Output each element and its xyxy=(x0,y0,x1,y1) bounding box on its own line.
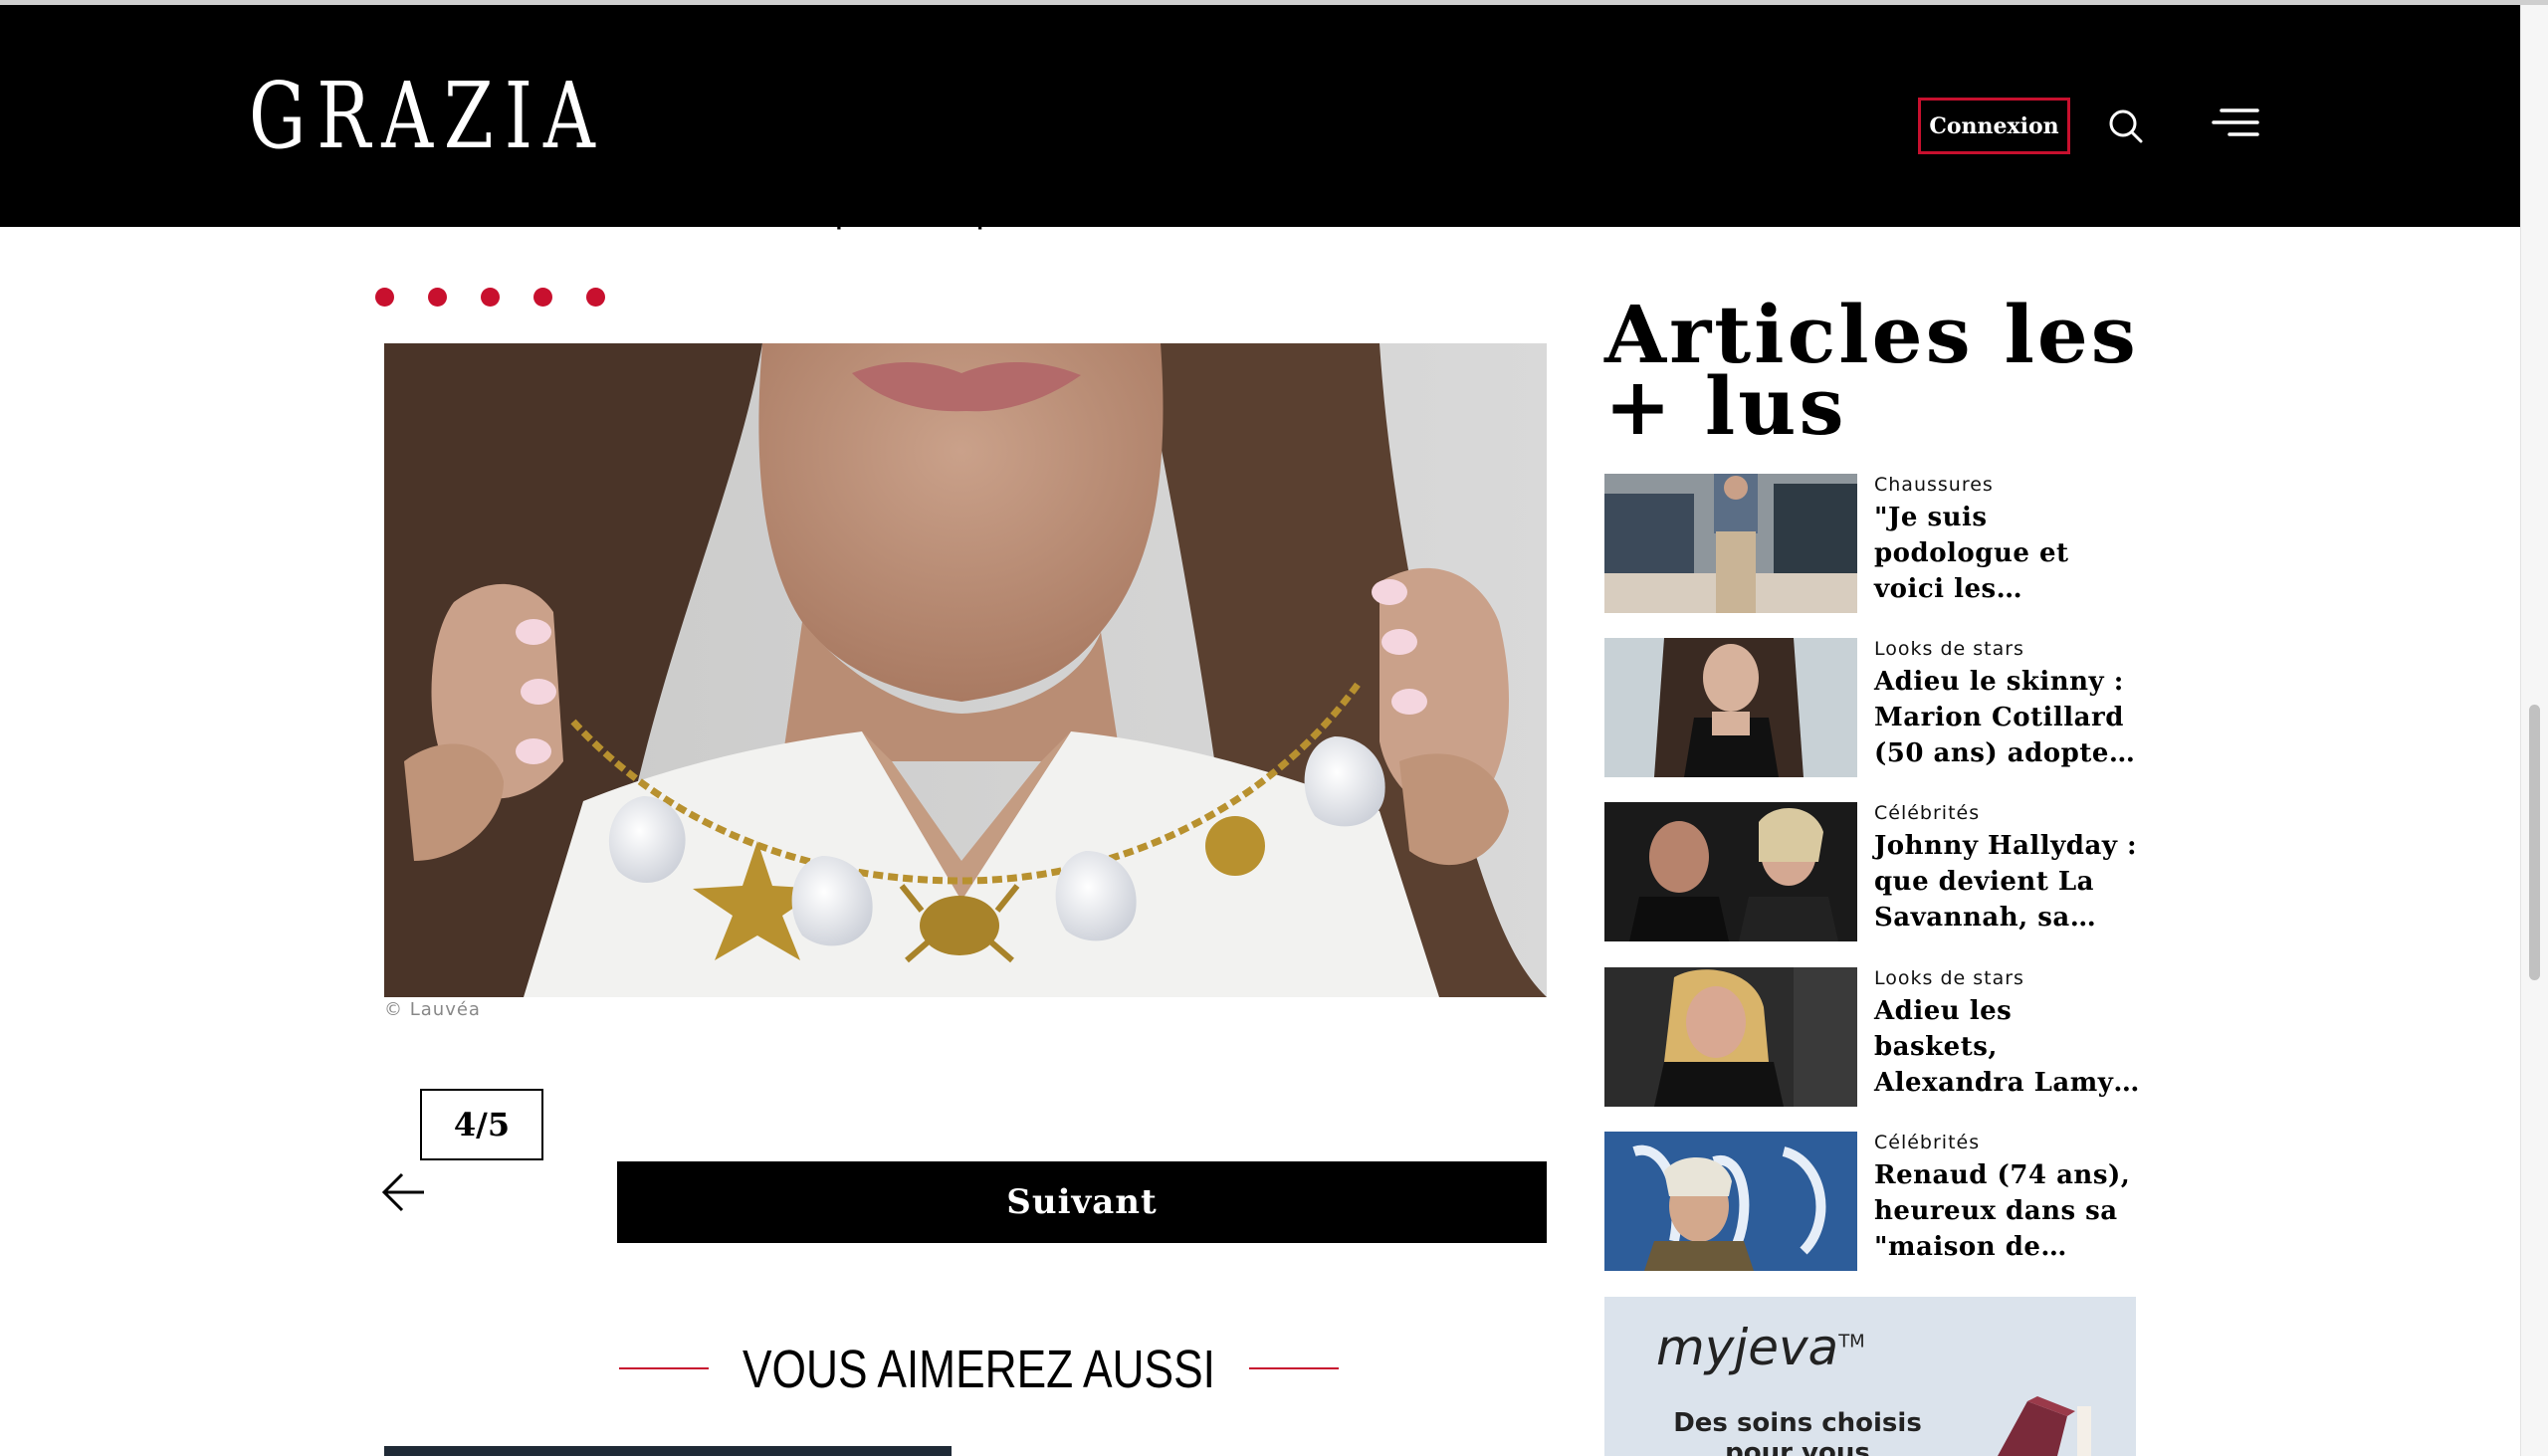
article-title[interactable]: "Je suis podologue et voici les… xyxy=(1874,500,2143,607)
most-read-item[interactable]: Célébrités Renaud (74 ans), heureux dans… xyxy=(1604,1132,2142,1271)
article-thumbnail[interactable] xyxy=(1604,967,1857,1107)
most-read-heading: Articles les + lus xyxy=(1604,288,2139,453)
slide-dots xyxy=(375,288,605,307)
site-header: GRAZIA Connexion xyxy=(0,5,2520,227)
article-title[interactable]: Adieu les baskets, Alexandra Lamy… xyxy=(1874,993,2143,1101)
slide-image xyxy=(384,343,1547,997)
slide-dot[interactable] xyxy=(586,288,605,307)
article-category: Looks de stars xyxy=(1874,638,2024,660)
necklace-photo xyxy=(384,343,1547,997)
slide-dot[interactable] xyxy=(481,288,500,307)
slide-dot[interactable] xyxy=(375,288,394,307)
article-thumbnail[interactable] xyxy=(1604,1132,1857,1271)
scrollbar-thumb[interactable] xyxy=(2529,705,2540,980)
image-credit: © Lauvéa xyxy=(384,999,481,1020)
heading-divider-left xyxy=(619,1367,709,1369)
article-category: Célébrités xyxy=(1874,1132,1981,1153)
article-category: Chaussures xyxy=(1874,474,1994,496)
article-title[interactable]: Adieu le skinny : Marion Cotillard (50 a… xyxy=(1874,664,2143,771)
most-read-item[interactable]: Célébrités Johnny Hallyday : que devient… xyxy=(1604,802,2142,941)
slide-counter: 4/5 xyxy=(420,1089,543,1160)
article-category: Célébrités xyxy=(1874,802,1981,824)
article-thumbnail[interactable] xyxy=(1604,474,1857,613)
heading-divider-right xyxy=(1249,1367,1339,1369)
most-read-item[interactable]: Chaussures "Je suis podologue et voici l… xyxy=(1604,474,2142,613)
article-thumbnail[interactable] xyxy=(1604,638,1857,777)
login-button[interactable]: Connexion xyxy=(1918,98,2070,154)
ad-text: Des soins choisis pour vous xyxy=(1673,1408,1922,1456)
ad-product-image xyxy=(1998,1396,2091,1456)
article-thumbnail[interactable] xyxy=(1604,802,1857,941)
ad-brand-logo: myjevaTM xyxy=(1656,1319,1865,1376)
article-link-partial[interactable]: printemps xyxy=(834,204,1016,242)
arrow-left-icon[interactable] xyxy=(380,1168,428,1216)
slide-dot[interactable] xyxy=(428,288,447,307)
related-card-partial[interactable] xyxy=(384,1446,952,1456)
search-icon[interactable] xyxy=(2108,108,2144,144)
article-category: Looks de stars xyxy=(1874,967,2024,989)
hamburger-menu-icon[interactable] xyxy=(2212,106,2259,142)
site-logo[interactable]: GRAZIA xyxy=(249,67,606,166)
slide-dot[interactable] xyxy=(533,288,552,307)
article-title[interactable]: Johnny Hallyday : que devient La Savanna… xyxy=(1874,828,2143,936)
next-button[interactable]: Suivant xyxy=(617,1161,1547,1243)
article-title[interactable]: Renaud (74 ans), heureux dans sa "maison… xyxy=(1874,1157,2143,1265)
most-read-item[interactable]: Looks de stars Adieu les baskets, Alexan… xyxy=(1604,967,2142,1107)
most-read-item[interactable]: Looks de stars Adieu le skinny : Marion … xyxy=(1604,638,2142,777)
advertisement[interactable]: myjevaTM Des soins choisis pour vous xyxy=(1604,1297,2136,1456)
also-heading: VOUS AIMEREZ AUSSI xyxy=(743,1340,1215,1399)
